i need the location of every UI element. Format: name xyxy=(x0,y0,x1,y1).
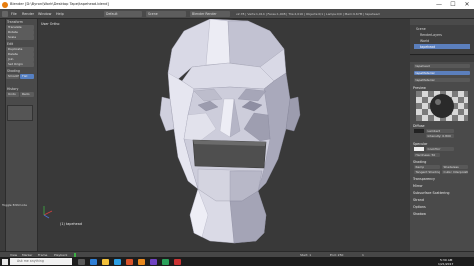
menu-help[interactable]: Help xyxy=(56,12,64,16)
minimize-button[interactable]: — xyxy=(432,0,446,9)
current-frame-field[interactable]: 1 xyxy=(362,253,364,257)
end-frame-field[interactable]: End: 250 xyxy=(330,253,343,257)
start-frame-field[interactable]: Start: 1 xyxy=(300,253,311,257)
timeline-menu-view[interactable]: View xyxy=(10,253,17,257)
taskbar-search[interactable]: Ask me anything xyxy=(10,258,72,265)
rotate-button[interactable]: Rotate xyxy=(6,30,34,35)
redo-button[interactable]: Redo xyxy=(20,92,34,97)
panel-strand-title[interactable]: Strand xyxy=(413,198,424,202)
scene-select[interactable]: Scene xyxy=(146,11,186,17)
app-icon-4[interactable] xyxy=(174,258,181,265)
smooth-button[interactable]: Smooth xyxy=(6,74,19,79)
panel-sss-title[interactable]: Subsurface Scattering xyxy=(413,191,450,195)
section-transform-title: Transform xyxy=(7,20,23,24)
toggle-editmode-label[interactable]: Toggle Editmode xyxy=(2,203,27,207)
diffuse-color-swatch[interactable] xyxy=(414,129,424,133)
menu-file[interactable]: File xyxy=(11,12,17,16)
screen-layout-select[interactable]: Default xyxy=(104,11,142,17)
specular-hardness-field[interactable]: Hardness: 50 xyxy=(414,153,440,157)
section-edit-title: Edit xyxy=(7,42,14,46)
panel-mirror-title[interactable]: Mirror xyxy=(413,184,423,188)
outliner-header xyxy=(410,19,474,25)
tool-shelf: Transform Translate Rotate Scale Edit Du… xyxy=(0,19,38,251)
menu-render[interactable]: Render xyxy=(22,12,34,16)
outliner-item-world[interactable]: World xyxy=(420,39,429,43)
checkbox-shadeless[interactable]: Shadeless xyxy=(442,165,468,169)
specular-color-swatch[interactable] xyxy=(414,147,424,151)
checkbox-cubic-interpolation[interactable]: Cubic Interpolation xyxy=(442,170,468,174)
section-shading-title: Shading xyxy=(7,69,20,73)
window-title-bar: Blender [D:\Byron\Work\Desktop Tape\tape… xyxy=(0,0,474,9)
maximize-button[interactable]: ☐ xyxy=(446,0,460,9)
task-view-icon[interactable] xyxy=(78,258,85,265)
panel-transparency-title[interactable]: Transparency xyxy=(413,177,435,181)
low-poly-head[interactable] xyxy=(38,19,410,257)
panel-shading-title[interactable]: Shading xyxy=(413,160,426,164)
store-icon[interactable] xyxy=(114,258,121,265)
timeline-menu-playback[interactable]: Playback xyxy=(54,253,67,257)
checkbox-tangent-shading[interactable]: Tangent Shading xyxy=(414,170,440,174)
panel-diffuse-title[interactable]: Diffuse xyxy=(413,124,425,128)
app-icon-3[interactable] xyxy=(162,258,169,265)
delete-button[interactable]: Delete xyxy=(6,52,34,57)
diffuse-intensity-field[interactable]: Intensity: 0.800 xyxy=(426,134,454,138)
undo-button[interactable]: Undo xyxy=(6,92,19,97)
properties-editor: tapehead tapeMaterial tapeMaterial Previ… xyxy=(410,56,474,251)
editor-type-icon[interactable] xyxy=(2,11,8,17)
info-header: File Render Window Help Default Scene Bl… xyxy=(0,9,474,19)
diffuse-shader-select[interactable]: Lambert xyxy=(426,129,454,133)
outliner: Scene RenderLayers World tapehead xyxy=(410,19,474,55)
blender-logo-icon xyxy=(2,1,8,8)
taskbar-date: 1/21/2017 xyxy=(438,261,454,266)
search-placeholder: Ask me anything xyxy=(17,259,44,263)
checkbox-ramp[interactable]: Ramp xyxy=(414,165,440,169)
file-explorer-icon[interactable] xyxy=(102,258,109,265)
3d-viewport[interactable]: User Ortho (1) tapehead xyxy=(38,19,410,257)
duplicate-button[interactable]: Duplicate xyxy=(6,47,34,52)
properties-tabs[interactable] xyxy=(410,56,474,62)
section-history-title: History xyxy=(7,87,19,91)
scene-stats: v2.78 | Verts:1,014 | Faces:1,008 | Tris… xyxy=(236,11,380,16)
menu-window[interactable]: Window xyxy=(38,12,51,16)
join-button[interactable]: Join xyxy=(6,57,34,62)
panel-options-title[interactable]: Options xyxy=(413,205,426,209)
close-button[interactable]: ✕ xyxy=(460,0,474,9)
panel-specular-title[interactable]: Specular xyxy=(413,142,427,146)
panel-preview-title[interactable]: Preview xyxy=(413,86,426,90)
material-datablock[interactable]: tapeMaterial xyxy=(414,78,470,82)
timeline-menu-marker[interactable]: Marker xyxy=(22,253,32,257)
render-engine-select[interactable]: Blender Render xyxy=(190,11,230,17)
flat-button[interactable]: Flat xyxy=(20,74,34,79)
outliner-item-tapehead[interactable]: tapehead xyxy=(420,45,435,49)
outliner-item-scene[interactable]: Scene xyxy=(416,27,426,31)
edge-icon[interactable] xyxy=(90,258,97,265)
window-title: Blender [D:\Byron\Work\Desktop Tape\tape… xyxy=(10,2,109,6)
outliner-item-renderlayers[interactable]: RenderLayers xyxy=(420,33,442,37)
material-preview xyxy=(416,91,468,121)
timeline-menu-frame[interactable]: Frame xyxy=(38,253,47,257)
windows-taskbar: Ask me anything 5:30 AM 1/21/2017 xyxy=(0,257,474,266)
object-label: (1) tapehead xyxy=(60,222,82,226)
material-slot[interactable]: tapeMaterial xyxy=(414,71,470,75)
blender-taskbar-icon[interactable] xyxy=(138,258,145,265)
translate-button[interactable]: Translate xyxy=(6,25,34,30)
scale-button[interactable]: Scale xyxy=(6,35,34,40)
object-name-field[interactable]: tapehead xyxy=(414,64,470,68)
operator-panel xyxy=(7,105,33,121)
panel-shadow-title[interactable]: Shadow xyxy=(413,212,426,216)
set-origin-button[interactable]: Set Origin xyxy=(6,62,34,67)
start-button[interactable] xyxy=(2,258,8,265)
specular-shader-select[interactable]: CookTorr xyxy=(426,147,454,151)
app-icon-2[interactable] xyxy=(150,258,157,265)
app-icon-1[interactable] xyxy=(126,258,133,265)
